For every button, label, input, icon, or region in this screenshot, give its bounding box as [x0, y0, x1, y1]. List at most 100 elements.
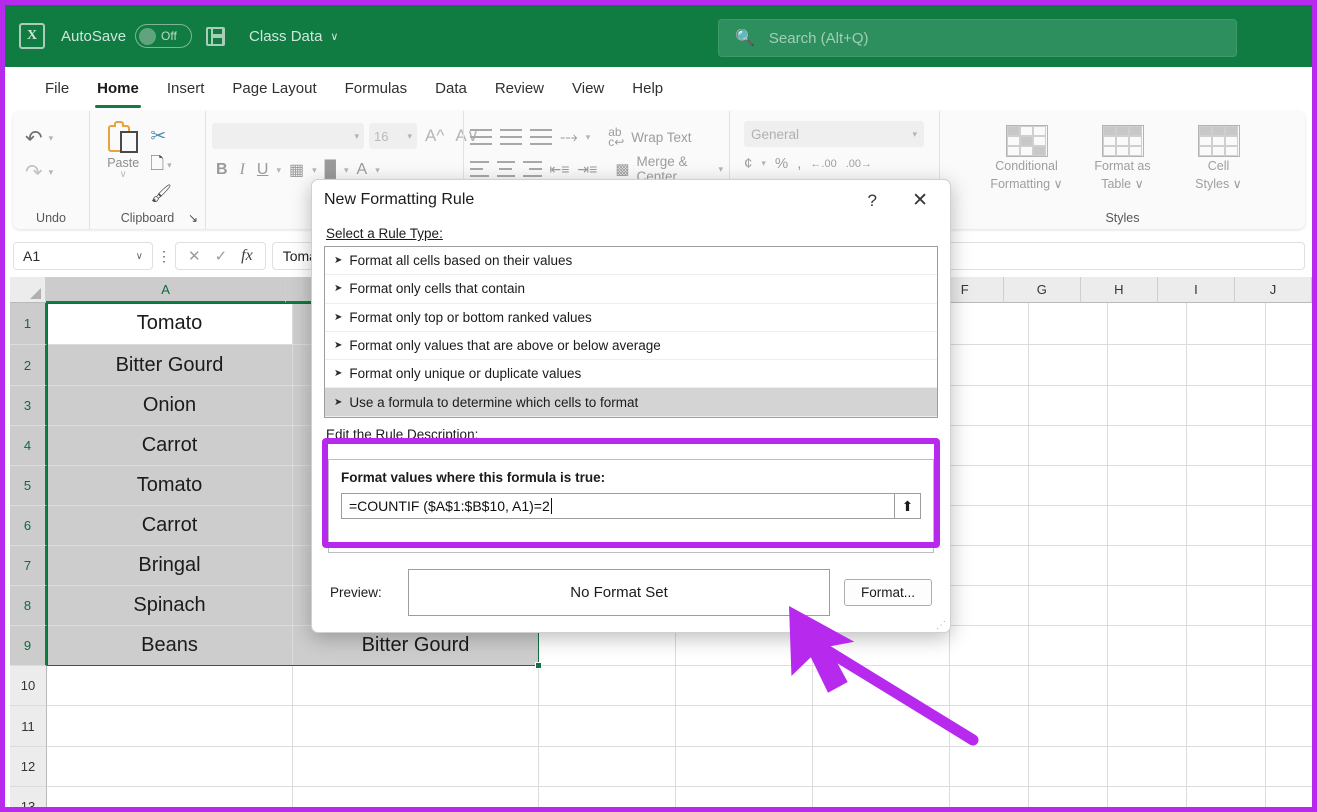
cell-E12[interactable] [813, 747, 950, 787]
cell-J8[interactable] [1266, 586, 1312, 626]
cell-E11[interactable] [813, 706, 950, 747]
cell-I1[interactable] [1187, 303, 1266, 345]
cell-I5[interactable] [1187, 466, 1266, 506]
insert-function-icon[interactable]: fx [241, 247, 253, 265]
cell-H8[interactable] [1108, 586, 1187, 626]
chevron-down-icon[interactable]: ▾ [344, 165, 349, 176]
align-top-icon[interactable] [470, 129, 492, 145]
chevron-down-icon[interactable]: ▾ [375, 165, 380, 176]
ribbon-tab-help[interactable]: Help [618, 76, 677, 101]
cell-J12[interactable] [1266, 747, 1312, 787]
cell-I4[interactable] [1187, 426, 1266, 466]
cell-A6[interactable]: Carrot [47, 506, 293, 546]
row-header-3[interactable]: 3 [10, 386, 47, 426]
cell-I13[interactable] [1187, 787, 1266, 812]
ribbon-tab-file[interactable]: File [31, 76, 83, 101]
cell-H9[interactable] [1108, 626, 1187, 666]
cell-H11[interactable] [1108, 706, 1187, 747]
cell-F2[interactable] [950, 345, 1029, 386]
styles-button-format-as-table[interactable]: Format asTable ∨ [1078, 125, 1168, 192]
row-header-1[interactable]: 1 [10, 303, 47, 345]
document-title[interactable]: Class Data [249, 28, 322, 45]
cell-G13[interactable] [1029, 787, 1108, 812]
chevron-down-icon[interactable]: ▾ [49, 133, 54, 144]
cell-D11[interactable] [676, 706, 813, 747]
comma-icon[interactable]: , [797, 155, 801, 172]
autosave-toggle[interactable]: Off [135, 24, 192, 48]
cell-H4[interactable] [1108, 426, 1187, 466]
column-header-A[interactable]: A [46, 277, 286, 303]
chevron-down-icon[interactable]: ▾ [718, 164, 723, 175]
cell-H2[interactable] [1108, 345, 1187, 386]
cell-A2[interactable]: Bitter Gourd [47, 345, 293, 386]
cell-G4[interactable] [1029, 426, 1108, 466]
cell-B11[interactable] [293, 706, 539, 747]
cell-H12[interactable] [1108, 747, 1187, 787]
cell-F4[interactable] [950, 426, 1029, 466]
cell-F10[interactable] [950, 666, 1029, 706]
cell-A11[interactable] [47, 706, 293, 747]
align-right-icon[interactable] [523, 161, 542, 177]
cell-E13[interactable] [813, 787, 950, 812]
select-all-corner[interactable] [10, 277, 46, 303]
row-header-13[interactable]: 13 [10, 787, 47, 812]
cell-G6[interactable] [1029, 506, 1108, 546]
ribbon-tab-home[interactable]: Home [83, 76, 153, 101]
underline-button[interactable]: U [253, 161, 273, 179]
bold-button[interactable]: B [212, 161, 232, 179]
cell-G12[interactable] [1029, 747, 1108, 787]
percent-icon[interactable]: % [775, 155, 788, 172]
increase-decimal-icon[interactable]: ←.00 [810, 158, 836, 170]
cell-F13[interactable] [950, 787, 1029, 812]
chevron-down-icon[interactable]: ∨ [136, 251, 143, 262]
ribbon-tab-insert[interactable]: Insert [153, 76, 219, 101]
cell-F5[interactable] [950, 466, 1029, 506]
ribbon-tab-data[interactable]: Data [421, 76, 481, 101]
row-header-8[interactable]: 8 [10, 586, 47, 626]
copy-button[interactable]: 🗋 ▾ [150, 152, 199, 178]
cell-C10[interactable] [539, 666, 676, 706]
row-header-12[interactable]: 12 [10, 747, 47, 787]
cell-F3[interactable] [950, 386, 1029, 426]
align-middle-icon[interactable] [500, 129, 522, 145]
cell-F11[interactable] [950, 706, 1029, 747]
selection-fill-handle[interactable] [535, 662, 542, 669]
cell-D12[interactable] [676, 747, 813, 787]
row-header-5[interactable]: 5 [10, 466, 47, 506]
cell-A12[interactable] [47, 747, 293, 787]
cell-J1[interactable] [1266, 303, 1312, 345]
cell-I6[interactable] [1187, 506, 1266, 546]
cell-E10[interactable] [813, 666, 950, 706]
chevron-down-icon[interactable]: ▾ [276, 165, 281, 176]
number-format-select[interactable]: General ▾ [744, 121, 924, 147]
chevron-down-icon[interactable]: ▾ [312, 165, 317, 176]
chevron-down-icon[interactable]: ▾ [586, 132, 591, 143]
row-header-9[interactable]: 9 [10, 626, 47, 666]
ribbon-tab-formulas[interactable]: Formulas [331, 76, 422, 101]
collapse-dialog-button[interactable]: ⬆ [895, 493, 921, 519]
increase-indent-icon[interactable]: ⇥≡ [577, 161, 597, 178]
wrap-text-button[interactable]: abc↩ Wrap Text [608, 127, 691, 147]
dialog-resize-grip[interactable]: ⋰ [936, 623, 946, 629]
rule-type-item[interactable]: ➤Use a formula to determine which cells … [325, 388, 937, 416]
column-header-I[interactable]: I [1158, 277, 1235, 303]
format-painter-button[interactable]: 🖌 [150, 181, 199, 207]
clipboard-dialog-launcher[interactable]: ↘ [188, 211, 198, 225]
search-input[interactable]: 🔍 Search (Alt+Q) [718, 19, 1237, 57]
cell-B12[interactable] [293, 747, 539, 787]
cell-F12[interactable] [950, 747, 1029, 787]
close-icon[interactable]: ✕ [912, 189, 928, 212]
italic-button[interactable]: I [236, 161, 249, 179]
cell-F8[interactable] [950, 586, 1029, 626]
cell-A1[interactable]: Tomato [47, 303, 293, 345]
cell-G5[interactable] [1029, 466, 1108, 506]
chevron-down-icon[interactable]: ∨ [330, 30, 338, 43]
chevron-down-icon[interactable]: ∨ [120, 169, 127, 180]
cell-H1[interactable] [1108, 303, 1187, 345]
cell-J7[interactable] [1266, 546, 1312, 586]
styles-button-conditional-formatting[interactable]: ConditionalFormatting ∨ [982, 125, 1072, 192]
column-header-H[interactable]: H [1081, 277, 1158, 303]
cell-F7[interactable] [950, 546, 1029, 586]
rule-type-item[interactable]: ➤Format only unique or duplicate values [325, 360, 937, 388]
column-header-J[interactable]: J [1235, 277, 1312, 303]
